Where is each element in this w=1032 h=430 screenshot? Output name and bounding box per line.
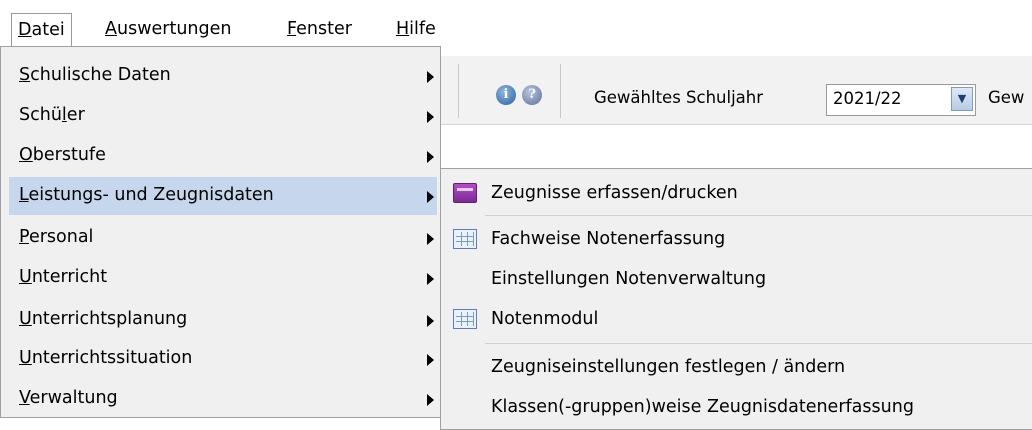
menu-fenster[interactable]: Fenster [287, 14, 352, 44]
menu-item-oberstufe[interactable]: Oberstufe [9, 137, 437, 175]
menu-hilfe-mnemonic: H [396, 19, 410, 39]
menu-item-unterricht[interactable]: Unterricht [9, 259, 437, 297]
menu-auswertungen-mnemonic: A [105, 19, 117, 39]
chevron-down-icon[interactable]: ▼ [951, 87, 973, 111]
menu-datei-mnemonic: D [18, 20, 32, 40]
submenu-arrow-icon [427, 151, 434, 163]
leistungs-submenu: Zeugnisse erfassen/drucken Fachweise Not… [440, 168, 1032, 430]
submenu-arrow-icon [427, 394, 434, 406]
submenu-item-einstellungen-notenverwaltung[interactable]: Einstellungen Notenverwaltung [443, 261, 1032, 299]
submenu-arrow-icon [427, 273, 434, 285]
menu-item-label: Schulische Daten [19, 65, 171, 85]
menu-item-label: Unterricht [19, 267, 108, 287]
submenu-item-label: Fachweise Notenerfassung [491, 229, 726, 249]
menu-datei-label: atei [31, 20, 65, 40]
submenu-arrow-icon [427, 191, 434, 203]
schooljahr-label: Gewähltes Schuljahr [594, 88, 764, 107]
submenu-item-label: Einstellungen Notenverwaltung [491, 269, 767, 289]
menu-item-label: Unterrichtsplanung [19, 309, 188, 329]
submenu-arrow-icon [427, 111, 434, 123]
menu-item-leistungs-und-zeugnisdaten[interactable]: Leistungs- und Zeugnisdaten [9, 177, 437, 215]
menu-item-label: Oberstufe [19, 145, 106, 165]
submenu-item-label: Notenmodul [491, 309, 599, 329]
menu-fenster-mnemonic: F [287, 19, 297, 39]
menu-auswertungen[interactable]: Auswertungen [105, 14, 231, 44]
menu-fenster-label: enster [296, 19, 352, 39]
submenu-item-fachweise-notenerfassung[interactable]: Fachweise Notenerfassung [443, 221, 1032, 259]
submenu-arrow-icon [427, 315, 434, 327]
help-icon[interactable]: ? [522, 85, 542, 105]
menu-item-schueler[interactable]: Schüler [9, 97, 437, 135]
menu-hilfe[interactable]: Hilfe [396, 14, 436, 44]
menu-item-label: Verwaltung [19, 388, 118, 408]
menu-item-label: Schüler [19, 105, 85, 125]
menu-item-label: Personal [19, 227, 94, 247]
schooljahr-value: 2021/22 [833, 89, 902, 108]
submenu-item-label: Klassen(-gruppen)weise Zeugnisdatenerfas… [491, 397, 914, 417]
submenu-separator [485, 215, 1032, 216]
menu-item-schulische-daten[interactable]: Schulische Daten [9, 57, 437, 95]
submenu-arrow-icon [427, 233, 434, 245]
grid-table-icon [453, 229, 477, 249]
info-icon[interactable]: i [496, 85, 516, 105]
menu-bar: Datei Auswertungen Fenster Hilfe [0, 0, 1032, 48]
menu-item-unterrichtsplanung[interactable]: Unterrichtsplanung [9, 301, 437, 339]
report-book-icon [453, 183, 477, 203]
submenu-item-zeugniseinstellungen[interactable]: Zeugniseinstellungen festlegen / ändern [443, 349, 1032, 387]
submenu-item-label: Zeugniseinstellungen festlegen / ändern [491, 357, 846, 377]
toolbar-separator [560, 64, 561, 118]
truncated-label: Gew [988, 88, 1025, 107]
submenu-item-klassenweise-zeugnisdatenerfassung[interactable]: Klassen(-gruppen)weise Zeugnisdatenerfas… [443, 389, 1032, 427]
submenu-separator [485, 343, 1032, 344]
schooljahr-select[interactable]: 2021/22 ▼ [826, 84, 976, 116]
menu-hilfe-label: ilfe [409, 19, 436, 39]
menu-item-verwaltung[interactable]: Verwaltung [9, 380, 437, 418]
submenu-item-zeugnisse-erfassen[interactable]: Zeugnisse erfassen/drucken [443, 175, 1032, 213]
menu-item-unterrichtssituation[interactable]: Unterrichtssituation [9, 340, 437, 378]
menu-datei[interactable]: Datei [11, 13, 72, 47]
menu-item-label: Unterrichtssituation [19, 348, 193, 368]
grid-table-icon [453, 309, 477, 329]
datei-dropdown: Schulische Daten Schüler Oberstufe Leist… [0, 46, 441, 418]
submenu-item-label: Zeugnisse erfassen/drucken [491, 183, 738, 203]
submenu-item-notenmodul[interactable]: Notenmodul [443, 301, 1032, 339]
submenu-arrow-icon [427, 354, 434, 366]
menu-item-label: Leistungs- und Zeugnisdaten [19, 185, 274, 205]
toolbar-separator [458, 64, 459, 118]
menu-auswertungen-label: uswertungen [116, 19, 232, 39]
submenu-arrow-icon [427, 71, 434, 83]
menu-item-personal[interactable]: Personal [9, 219, 437, 257]
